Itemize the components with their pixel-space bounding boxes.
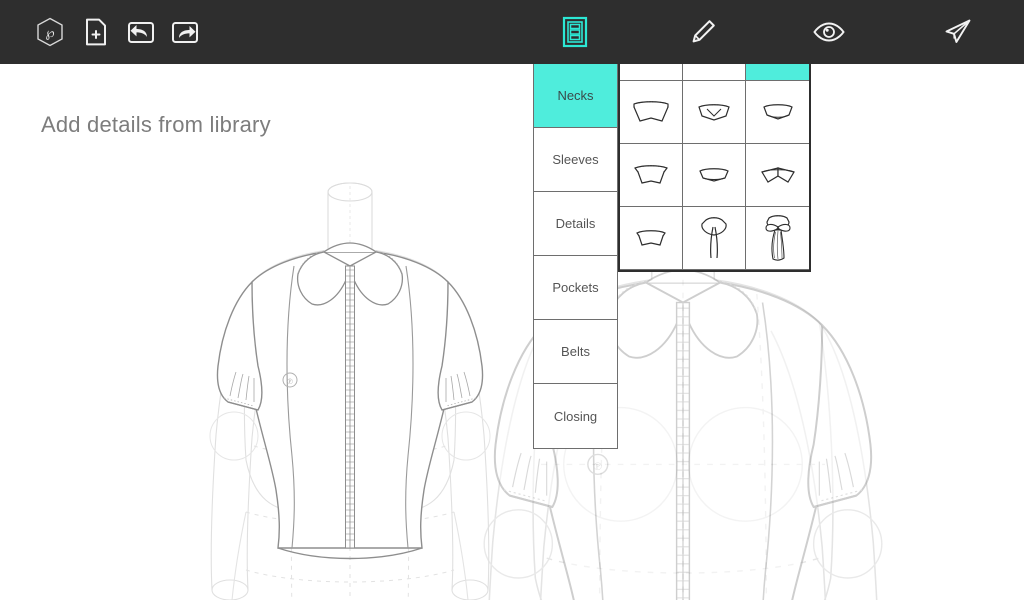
library-grid-row — [620, 144, 809, 207]
collar-thumb-11[interactable] — [683, 207, 746, 270]
library-grid-row — [620, 64, 809, 81]
library-category-pockets[interactable]: Pockets — [534, 256, 617, 320]
library-category-necks[interactable]: Necks — [534, 64, 617, 128]
library-category-label: Belts — [561, 344, 590, 359]
library-category-details[interactable]: Details — [534, 192, 617, 256]
library-category-closing[interactable]: Closing — [534, 384, 617, 448]
library-item-grid[interactable] — [618, 64, 811, 272]
library-grid-row — [620, 81, 809, 144]
library-category-belts[interactable]: Belts — [534, 320, 617, 384]
collar-thumb-7[interactable] — [620, 144, 683, 207]
collar-thumb-9[interactable] — [746, 144, 809, 207]
library-category-label: Sleeves — [552, 152, 599, 167]
collar-thumb-1[interactable] — [620, 64, 683, 81]
send-icon[interactable] — [930, 0, 986, 64]
share-file-icon[interactable] — [157, 0, 213, 64]
collar-thumb-5[interactable] — [683, 81, 746, 144]
preview-icon[interactable] — [801, 0, 857, 64]
library-category-sleeves[interactable]: Sleeves — [534, 128, 617, 192]
design-canvas[interactable]: ℗ — [0, 64, 1024, 600]
draw-icon[interactable] — [675, 0, 731, 64]
collar-thumb-2[interactable] — [683, 64, 746, 81]
collar-thumb-4[interactable] — [620, 81, 683, 144]
collar-thumb-6[interactable] — [746, 81, 809, 144]
garment-flat-main[interactable] — [209, 182, 491, 600]
library-category-label: Pockets — [552, 280, 599, 295]
app-root: ℘ Add details from library Necks Sleeves… — [0, 0, 1024, 600]
library-category-label: Details — [555, 216, 596, 231]
library-category-label: Necks — [557, 88, 594, 103]
top-toolbar: ℘ — [0, 0, 1024, 64]
library-icon[interactable] — [547, 0, 603, 64]
library-panel: Necks Sleeves Details Pockets Belts Clos… — [533, 64, 811, 456]
library-grid-row — [620, 207, 809, 270]
collar-thumb-10[interactable] — [620, 207, 683, 270]
collar-thumb-8[interactable] — [683, 144, 746, 207]
svg-text:℘: ℘ — [45, 25, 54, 40]
library-category-list: Necks Sleeves Details Pockets Belts Clos… — [533, 64, 618, 449]
library-category-label: Closing — [553, 408, 598, 424]
collar-thumb-12[interactable] — [746, 207, 809, 270]
collar-thumb-3[interactable] — [746, 64, 809, 81]
